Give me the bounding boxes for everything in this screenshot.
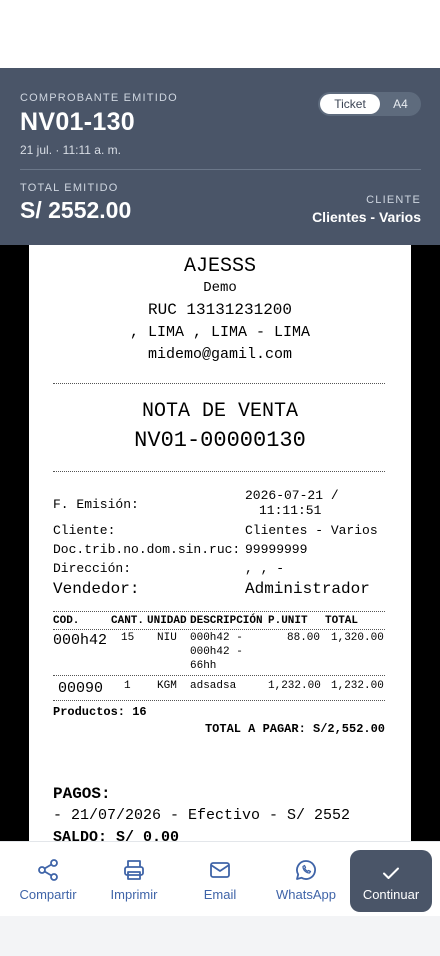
pagos-label: PAGOS: <box>53 785 111 803</box>
header-divider <box>20 169 421 170</box>
receipt-summary-header: COMPROBANTE EMITIDO NV01-130 21 jul. · 1… <box>0 68 440 245</box>
print-button[interactable]: Imprimir <box>94 842 174 917</box>
continue-button[interactable]: Continuar <box>350 850 432 912</box>
item-punit: 1,232.00 <box>268 680 321 692</box>
item-unidad: NIU <box>157 632 177 644</box>
separator <box>53 611 385 612</box>
col-descripcion: DESCRIPCIÓN <box>190 615 263 627</box>
share-label: Compartir <box>19 887 77 902</box>
item-total: 1,320.00 <box>331 632 384 644</box>
action-bar: Compartir Imprimir Email WhatsApp Contin… <box>0 841 440 916</box>
document-number: NV01-00000130 <box>134 428 306 453</box>
item-cod: 000h42 <box>53 632 108 649</box>
separator <box>53 675 385 676</box>
company-ruc: RUC 13131231200 <box>147 301 293 319</box>
saldo: SALDO: S/ 0.00 <box>53 829 180 841</box>
vendedor-label: Vendedor: <box>53 580 140 598</box>
total-label: TOTAL EMITIDO <box>20 182 119 194</box>
whatsapp-label: WhatsApp <box>276 887 336 902</box>
emision-time: 11:11:51 <box>259 503 322 518</box>
company-subtitle: Demo <box>203 280 237 296</box>
status-bar-area <box>0 0 440 68</box>
doc-value: 99999999 <box>245 542 308 557</box>
direccion-value: , , - <box>245 561 285 576</box>
company-address: , LIMA , LIMA - LIMA <box>129 324 311 341</box>
productos-count: Productos: 16 <box>53 705 147 719</box>
continue-label: Continuar <box>362 887 420 902</box>
email-button[interactable]: Email <box>180 842 260 917</box>
separator <box>53 629 385 630</box>
check-icon <box>383 867 399 879</box>
receipt-kicker: COMPROBANTE EMITIDO <box>20 92 178 104</box>
whatsapp-button[interactable]: WhatsApp <box>266 842 346 917</box>
item-unidad: KGM <box>157 680 177 692</box>
item-desc: adsadsa <box>190 680 237 692</box>
col-punit: P.UNIT <box>268 615 308 627</box>
client-value: Clientes - Varios <box>312 209 421 225</box>
format-option-a4[interactable]: A4 <box>382 94 419 114</box>
separator <box>53 383 385 384</box>
item-desc: 000h42 - <box>190 646 243 658</box>
item-cant: 1 <box>124 680 131 692</box>
total-a-pagar: TOTAL A PAGAR: S/2,552.00 <box>204 722 385 736</box>
item-desc: 000h42 - <box>190 632 243 644</box>
share-icon <box>38 859 58 881</box>
col-unidad: UNIDAD <box>147 615 187 627</box>
total-value: S/ 2552.00 <box>20 197 132 223</box>
printer-icon <box>124 860 144 880</box>
item-desc: 66hh <box>190 660 217 672</box>
mail-icon <box>210 862 230 878</box>
item-cant: 15 <box>121 632 135 644</box>
email-label: Email <box>203 887 237 902</box>
share-button[interactable]: Compartir <box>8 842 88 917</box>
direccion-label: Dirección: <box>53 561 132 576</box>
item-cod: 00090 <box>58 680 104 697</box>
document-type: NOTA DE VENTA <box>141 400 299 423</box>
separator <box>53 700 385 701</box>
ticket-preview[interactable]: AJESSS Demo RUC 13131231200 , LIMA , LIM… <box>0 245 440 841</box>
receipt-date: 21 jul. · 11:11 a. m. <box>20 143 121 157</box>
company-name: AJESSS <box>183 255 256 278</box>
doc-label: Doc.trib.no.dom.sin.ruc: <box>53 542 241 557</box>
whatsapp-icon <box>296 860 316 880</box>
col-total: TOTAL <box>325 615 359 627</box>
cliente-value: Clientes - Varios <box>245 523 378 538</box>
emision-value: 2026-07-21 / <box>245 488 339 503</box>
item-punit: 88.00 <box>287 632 321 644</box>
print-label: Imprimir <box>110 887 158 902</box>
format-option-ticket[interactable]: Ticket <box>320 94 380 114</box>
ticket-paper: AJESSS Demo RUC 13131231200 , LIMA , LIM… <box>29 245 411 841</box>
client-label: CLIENTE <box>366 194 421 206</box>
item-total: 1,232.00 <box>331 680 384 692</box>
emision-label: F. Emisión: <box>53 497 139 512</box>
col-cant: CANT. <box>111 615 145 627</box>
separator <box>53 471 385 472</box>
pago-line: - 21/07/2026 - Efectivo - S/ 2552 <box>53 807 351 824</box>
vendedor-value: Administrador <box>245 580 370 598</box>
company-email: midemo@gamil.com <box>147 346 293 363</box>
cliente-label: Cliente: <box>53 523 116 538</box>
home-indicator-area <box>0 916 440 956</box>
receipt-number: NV01-130 <box>20 108 135 136</box>
format-toggle: Ticket A4 <box>318 92 421 116</box>
col-cod: COD. <box>53 615 80 627</box>
